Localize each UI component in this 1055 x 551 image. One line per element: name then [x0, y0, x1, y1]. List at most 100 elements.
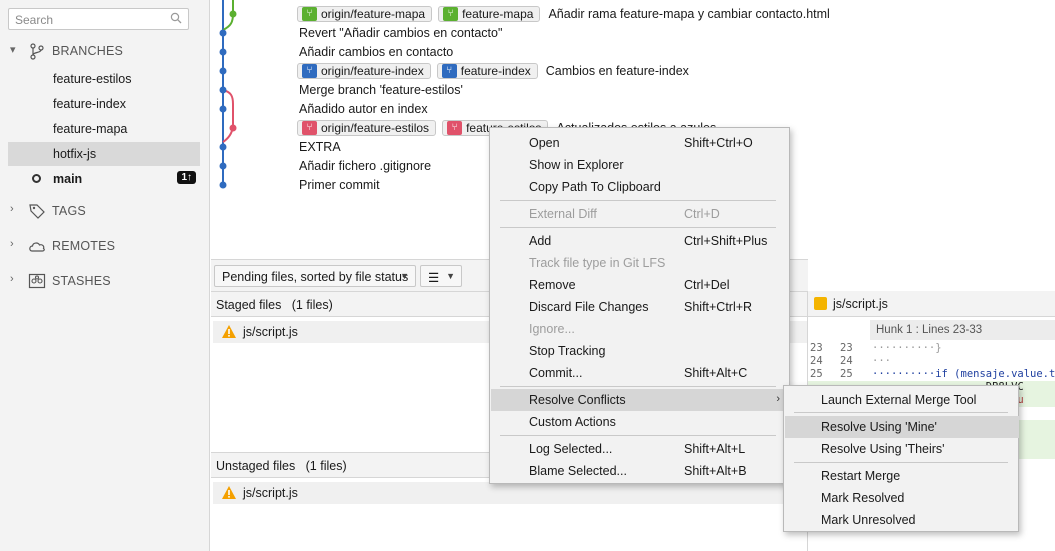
- cloud-icon: [29, 242, 45, 252]
- menu-shortcut: Shift+Alt+L: [684, 442, 746, 456]
- hunk-header: Hunk 1 : Lines 23-33: [870, 320, 1055, 340]
- search-placeholder: Search: [15, 13, 54, 27]
- unstaged-title-text: Unstaged files: [216, 459, 296, 473]
- menu-shortcut: Ctrl+Del: [684, 278, 730, 292]
- unstaged-count: (1 files): [305, 459, 347, 473]
- branch-item-feature-estilos[interactable]: feature-estilos: [8, 67, 200, 91]
- branch-label: feature-index: [53, 97, 126, 111]
- menu-shortcut: Shift+Alt+C: [684, 366, 748, 380]
- commit-row[interactable]: Merge branch 'feature-estilos': [297, 82, 463, 101]
- tag-label: feature-index: [460, 64, 531, 78]
- menu-shortcut: Ctrl+D: [684, 207, 720, 221]
- remote-branch-tag[interactable]: ⑂ origin/feature-mapa: [297, 6, 433, 22]
- menu-label: Commit...: [529, 366, 583, 380]
- menu-label: Blame Selected...: [529, 464, 627, 478]
- menu-item-log-selected[interactable]: Log Selected... Shift+Alt+L: [491, 438, 790, 460]
- menu-label: Custom Actions: [529, 415, 616, 429]
- menu-item-mark-unresolved[interactable]: Mark Unresolved: [785, 509, 1019, 531]
- local-branch-tag[interactable]: ⑂ feature-index: [436, 63, 538, 79]
- commit-row[interactable]: Primer commit: [297, 177, 380, 196]
- menu-item-add[interactable]: Add Ctrl+Shift+Plus: [491, 230, 790, 252]
- menu-label: Track file type in Git LFS: [529, 256, 666, 270]
- branch-label: main: [53, 172, 83, 186]
- new-line-number: 24: [840, 355, 853, 367]
- branch-icon: ⑂: [302, 64, 317, 78]
- unstaged-file-row[interactable]: js/script.js: [213, 482, 808, 504]
- pending-sort-dropdown[interactable]: Pending files, sorted by file status ▼: [214, 265, 416, 287]
- commit-row[interactable]: Revert "Añadir cambios en contacto": [297, 25, 502, 44]
- new-line-number: 25: [840, 368, 853, 380]
- menu-item-mark-resolved[interactable]: Mark Resolved: [785, 487, 1019, 509]
- line-source: ··········}: [872, 342, 942, 354]
- commit-message: Merge branch 'feature-estilos': [299, 83, 463, 97]
- branch-item-feature-index[interactable]: feature-index: [8, 92, 200, 116]
- local-branch-tag[interactable]: ⑂ feature-mapa: [438, 6, 541, 22]
- graph-lines-icon: [219, 0, 237, 189]
- pending-sort-label: Pending files, sorted by file status: [222, 270, 409, 284]
- commit-row[interactable]: Añadir cambios en contacto: [297, 44, 453, 63]
- menu-separator: [500, 227, 776, 228]
- view-options-dropdown[interactable]: ☰ ▼: [420, 265, 462, 287]
- stashes-section[interactable]: › STASHES: [0, 270, 210, 292]
- menu-label: Copy Path To Clipboard: [529, 180, 661, 194]
- diff-header: js/script.js: [808, 291, 1055, 317]
- commit-row[interactable]: Añadir fichero .gitignore: [297, 158, 431, 177]
- tags-section[interactable]: › TAGS: [0, 200, 210, 222]
- menu-item-custom-actions[interactable]: Custom Actions: [491, 411, 790, 433]
- commit-row[interactable]: ⑂ origin/feature-index ⑂ feature-index Cambi…: [297, 63, 689, 82]
- menu-item-external-diff[interactable]: External Diff Ctrl+D: [491, 203, 790, 225]
- menu-label: Log Selected...: [529, 442, 613, 456]
- branch-item-hotfix-js[interactable]: hotfix-js: [8, 142, 200, 166]
- chevron-down-icon: ▼: [400, 271, 409, 281]
- unstaged-title: Unstaged files (1 files): [216, 459, 347, 473]
- menu-item-resolve-theirs[interactable]: Resolve Using 'Theirs': [785, 438, 1019, 460]
- branches-label: BRANCHES: [52, 44, 124, 58]
- branch-label: feature-mapa: [53, 122, 128, 136]
- branch-icon: ⑂: [441, 64, 457, 78]
- commit-message: Revert "Añadir cambios en contacto": [299, 26, 503, 40]
- menu-item-open[interactable]: Open Shift+Ctrl+O: [491, 132, 790, 154]
- menu-item-resolve-mine[interactable]: Resolve Using 'Mine': [785, 416, 1019, 438]
- menu-item-ignore[interactable]: Ignore...: [491, 318, 790, 340]
- menu-item-blame-selected[interactable]: Blame Selected... Shift+Alt+B: [491, 460, 790, 482]
- menu-item-launch-merge-tool[interactable]: Launch External Merge Tool: [785, 389, 1019, 411]
- search-input[interactable]: Search: [8, 8, 189, 30]
- menu-separator: [500, 435, 776, 436]
- commit-row[interactable]: EXTRA: [297, 139, 341, 158]
- menu-item-track-lfs[interactable]: Track file type in Git LFS: [491, 252, 790, 274]
- commit-message: Añadir cambios en contacto: [299, 45, 454, 59]
- menu-item-copy-path[interactable]: Copy Path To Clipboard: [491, 176, 790, 198]
- menu-item-discard-changes[interactable]: Discard File Changes Shift+Ctrl+R: [491, 296, 790, 318]
- menu-item-commit[interactable]: Commit... Shift+Alt+C: [491, 362, 790, 384]
- menu-item-resolve-conflicts[interactable]: Resolve Conflicts ›: [491, 389, 790, 411]
- chevron-right-icon: ›: [776, 393, 780, 405]
- sidebar: Search ▾ BRANCHES feature-estilos featur…: [0, 0, 210, 551]
- menu-shortcut: Shift+Alt+B: [684, 464, 747, 478]
- old-line-number: 25: [810, 368, 823, 380]
- menu-label: Mark Unresolved: [821, 513, 916, 527]
- branch-item-main[interactable]: main 1↑: [8, 167, 200, 191]
- menu-item-remove[interactable]: Remove Ctrl+Del: [491, 274, 790, 296]
- remote-branch-tag[interactable]: ⑂ origin/feature-estilos: [297, 120, 437, 136]
- chevron-right-icon: ›: [10, 273, 14, 285]
- menu-item-show-in-explorer[interactable]: Show in Explorer: [491, 154, 790, 176]
- remotes-section[interactable]: › REMOTES: [0, 235, 210, 257]
- old-line-number: 23: [810, 342, 823, 354]
- file-path: js/script.js: [243, 486, 298, 500]
- search-icon: [170, 12, 182, 24]
- stash-icon: [28, 273, 46, 289]
- menu-separator: [794, 412, 1008, 413]
- branch-icon: ⑂: [302, 121, 317, 135]
- menu-shortcut: Shift+Ctrl+R: [684, 300, 753, 314]
- branch-icon: ⑂: [447, 121, 463, 135]
- menu-item-restart-merge[interactable]: Restart Merge: [785, 465, 1019, 487]
- menu-item-stop-tracking[interactable]: Stop Tracking: [491, 340, 790, 362]
- branches-section[interactable]: ▾ BRANCHES: [0, 40, 210, 62]
- commit-row[interactable]: Añadido autor en index: [297, 101, 428, 120]
- branch-item-feature-mapa[interactable]: feature-mapa: [8, 117, 200, 141]
- commit-row[interactable]: ⑂ origin/feature-mapa ⑂ feature-mapa Añadir …: [297, 6, 830, 25]
- remote-branch-tag[interactable]: ⑂ origin/feature-index: [297, 63, 431, 79]
- file-modified-icon: [814, 297, 827, 310]
- menu-label: Stop Tracking: [529, 344, 606, 358]
- ahead-badge: 1↑: [177, 171, 196, 184]
